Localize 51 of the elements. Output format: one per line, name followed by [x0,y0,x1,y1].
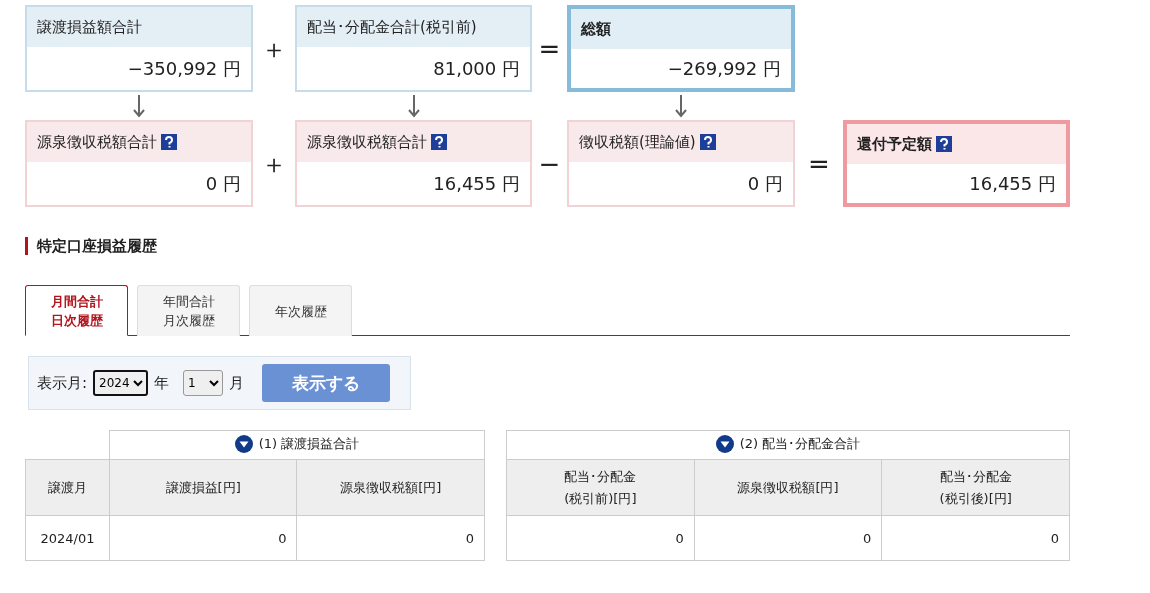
column-header: 源泉徴収税額[円] [340,478,442,497]
help-icon[interactable] [936,136,952,152]
table-cell: 2024/01 [40,530,95,546]
amount-value: 16,455 円 [969,171,1056,196]
card-title: 譲渡損益額合計 [37,17,142,37]
down-arrow-icon [675,94,687,118]
table-cell: 0 [465,530,474,546]
down-arrow-icon [133,94,145,118]
tab[interactable]: 月間合計 日次履歴 [25,285,128,336]
operator-sign: − [538,150,561,177]
card-title: 総額 [581,19,611,39]
year-select[interactable]: 2024 [93,370,149,396]
table-group-title: (2) 配当･分配金合計 [739,434,861,453]
tab[interactable]: 年間合計 月次履歴 [137,285,240,336]
operator-sign: ＋ [261,35,287,62]
amount-value: −350,992 円 [127,56,241,81]
column-header: 配当･分配金 (税引前)[円] [564,467,637,508]
filter-label: 表示月: [37,373,88,393]
chevron-down-icon[interactable] [715,434,734,453]
help-icon[interactable] [699,134,716,150]
column-header: 配当･分配金 (税引後)[円] [939,467,1012,508]
column-header: 譲渡月 [47,479,87,495]
column-header: 源泉徴収税額[円] [737,478,839,497]
card-title: 徴収税額(理論値) [579,132,696,152]
amount-value: −269,992 円 [667,56,781,81]
column-header: 譲渡損益[円] [165,478,241,497]
table-group-title: (1) 譲渡損益合計 [258,434,360,453]
table-cell: 0 [863,530,872,546]
unit-label: 月 [229,373,245,393]
help-icon[interactable] [431,134,447,150]
amount-value: 0 円 [205,171,241,196]
amount-value: 81,000 円 [433,56,520,81]
card-title: 還付予定額 [857,134,932,154]
operator-sign: = [808,150,830,177]
card-title: 源泉徴収税額合計 [37,132,157,152]
tab[interactable]: 年次履歴 [249,285,352,336]
amount-value: 16,455 円 [433,171,520,196]
section-title: 特定口座損益履歴 [37,236,157,256]
chevron-down-icon[interactable] [234,434,253,453]
table-cell: 0 [1050,530,1059,546]
card-title: 配当･分配金合計(税引前) [307,17,477,37]
down-arrow-icon [407,94,420,118]
help-icon[interactable] [161,134,177,150]
unit-label: 年 [154,373,170,393]
operator-sign: = [538,35,561,62]
table-cell: 0 [675,530,684,546]
amount-value: 0 円 [747,171,783,196]
month-select[interactable]: 1 [183,370,224,396]
table-cell: 0 [278,530,287,546]
operator-sign: ＋ [261,150,287,177]
card-title: 源泉徴収税額合計 [307,132,427,152]
